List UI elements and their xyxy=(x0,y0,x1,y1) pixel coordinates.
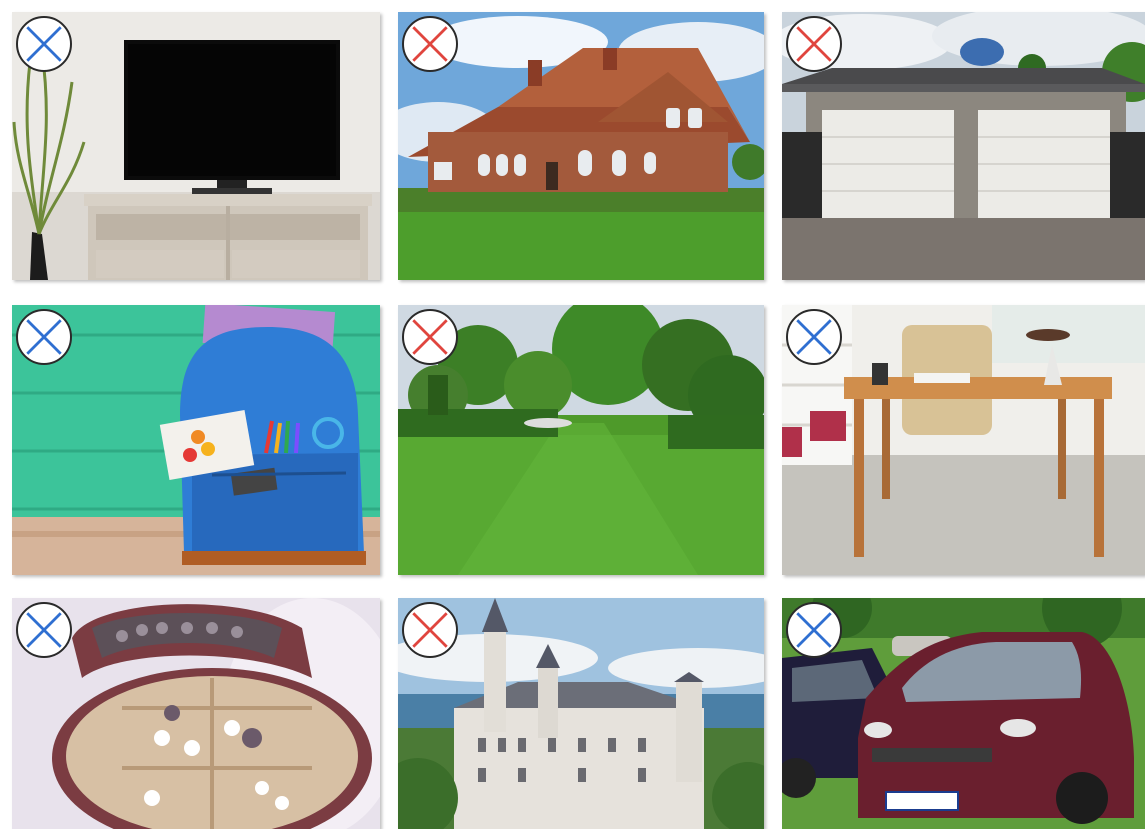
tile-wooden-desk[interactable] xyxy=(782,305,1145,575)
badge-blue-x[interactable] xyxy=(16,602,72,658)
blue-x-icon xyxy=(26,612,62,648)
blue-x-icon xyxy=(796,612,832,648)
red-x-icon xyxy=(412,612,448,648)
image-grid xyxy=(0,0,1145,829)
badge-red-x[interactable] xyxy=(402,16,458,72)
blue-x-icon xyxy=(26,26,62,62)
badge-blue-x[interactable] xyxy=(786,309,842,365)
badge-red-x[interactable] xyxy=(786,16,842,72)
tile-blue-backpack[interactable] xyxy=(12,305,380,575)
badge-blue-x[interactable] xyxy=(786,602,842,658)
tile-tv-on-stand[interactable] xyxy=(12,12,380,280)
red-x-icon xyxy=(796,26,832,62)
badge-blue-x[interactable] xyxy=(16,309,72,365)
badge-red-x[interactable] xyxy=(402,309,458,365)
tile-castle[interactable] xyxy=(398,598,764,829)
tile-brick-house[interactable] xyxy=(398,12,764,280)
tile-jewelry-box[interactable] xyxy=(12,598,380,829)
blue-x-icon xyxy=(796,319,832,355)
red-x-icon xyxy=(412,319,448,355)
tile-double-garage[interactable] xyxy=(782,12,1145,280)
badge-blue-x[interactable] xyxy=(16,16,72,72)
tile-parked-cars[interactable] xyxy=(782,598,1145,829)
badge-red-x[interactable] xyxy=(402,602,458,658)
blue-x-icon xyxy=(26,319,62,355)
red-x-icon xyxy=(412,26,448,62)
tile-garden-lawn[interactable] xyxy=(398,305,764,575)
